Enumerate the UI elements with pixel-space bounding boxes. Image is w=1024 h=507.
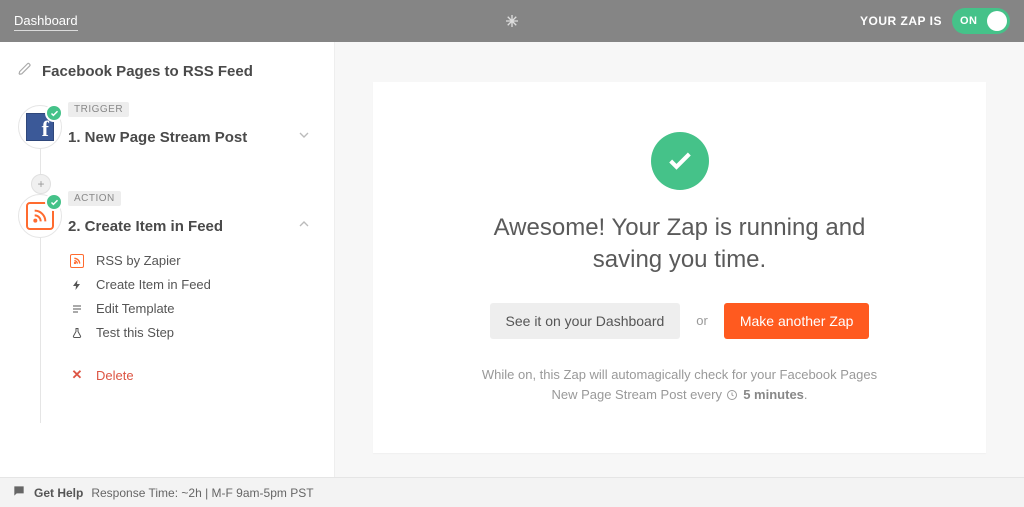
chat-icon <box>12 484 26 501</box>
substep-label: RSS by Zapier <box>96 253 181 268</box>
substep-label: Test this Step <box>96 325 174 340</box>
zap-title[interactable]: Facebook Pages to RSS Feed <box>42 63 253 80</box>
editor-sidebar: Facebook Pages to RSS Feed + TRIGGER 1. … <box>0 42 335 477</box>
step-trigger[interactable]: TRIGGER 1. New Page Stream Post <box>68 99 316 152</box>
bolt-icon <box>70 279 84 291</box>
close-icon: ✕ <box>70 367 84 383</box>
get-help-link[interactable]: Get Help <box>34 486 83 500</box>
make-another-zap-button[interactable]: Make another Zap <box>724 303 870 339</box>
zap-on-toggle[interactable]: ON <box>952 8 1010 34</box>
explain-prefix: While on, this Zap will automagically ch… <box>482 367 877 402</box>
headline: Awesome! Your Zap is running and saving … <box>470 212 890 277</box>
step-node-rss <box>18 194 62 238</box>
toggle-knob <box>987 11 1007 31</box>
toggle-label: ON <box>952 15 978 27</box>
chevron-down-icon[interactable] <box>292 123 316 152</box>
check-icon <box>45 104 63 122</box>
see-dashboard-button[interactable]: See it on your Dashboard <box>490 303 681 339</box>
top-bar: Dashboard YOUR ZAP IS ON <box>0 0 1024 42</box>
clock-icon <box>726 387 738 407</box>
or-text: or <box>696 313 708 328</box>
flask-icon <box>70 327 84 339</box>
step-tag: TRIGGER <box>68 102 129 117</box>
response-time: Response Time: ~2h | M-F 9am-5pm PST <box>91 486 313 500</box>
substep-label: Edit Template <box>96 301 175 316</box>
substep-action[interactable]: Create Item in Feed <box>70 277 316 292</box>
check-icon <box>45 193 63 211</box>
substep-template[interactable]: Edit Template <box>70 301 316 316</box>
step-node-facebook <box>18 105 62 149</box>
pencil-icon[interactable] <box>18 62 32 81</box>
interval: 5 minutes <box>743 387 804 402</box>
step-title: 2. Create Item in Feed <box>68 218 223 235</box>
list-icon <box>70 303 84 315</box>
delete-label: Delete <box>96 368 134 383</box>
substep-label: Create Item in Feed <box>96 277 211 292</box>
chevron-up-icon[interactable] <box>292 212 316 241</box>
zapier-logo <box>504 13 520 29</box>
add-step-button[interactable]: + <box>31 174 51 194</box>
main-area: Awesome! Your Zap is running and saving … <box>335 42 1024 477</box>
success-check-icon <box>651 132 709 190</box>
step-action[interactable]: ACTION 2. Create Item in Feed RSS by Zap… <box>68 188 316 383</box>
rss-mini-icon <box>70 254 84 268</box>
substep-test[interactable]: Test this Step <box>70 325 316 340</box>
step-tag: ACTION <box>68 191 121 206</box>
zapier-star-icon <box>504 13 520 29</box>
dashboard-link[interactable]: Dashboard <box>14 13 78 31</box>
step-title: 1. New Page Stream Post <box>68 129 247 146</box>
help-footer: Get Help Response Time: ~2h | M-F 9am-5p… <box>0 477 1024 507</box>
zap-status-label: YOUR ZAP IS <box>860 14 942 28</box>
success-panel: Awesome! Your Zap is running and saving … <box>373 82 986 453</box>
delete-step[interactable]: ✕ Delete <box>70 367 316 383</box>
substep-app[interactable]: RSS by Zapier <box>70 253 316 268</box>
explain-suffix: . <box>804 387 808 402</box>
explain-text: While on, this Zap will automagically ch… <box>470 365 890 407</box>
